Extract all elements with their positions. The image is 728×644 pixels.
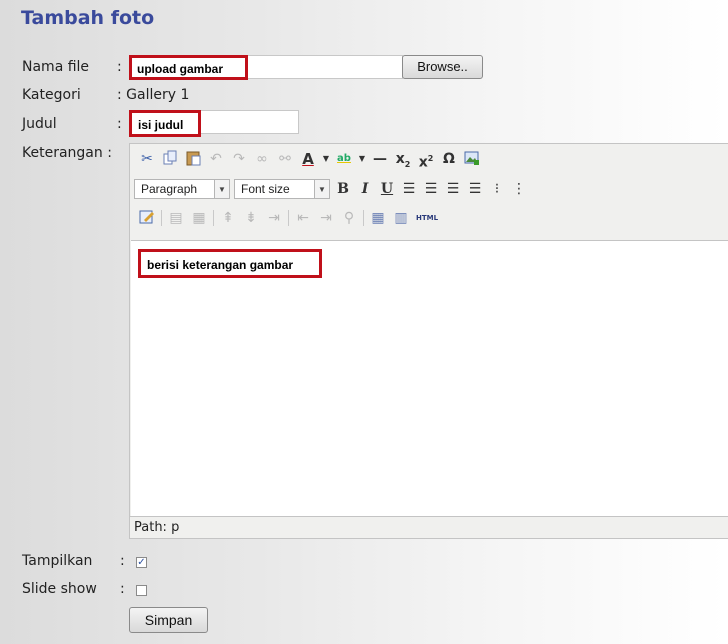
text-color-icon[interactable]: A: [299, 150, 317, 168]
insert-image-icon[interactable]: [463, 150, 481, 168]
editor-toolbar-row-3: ▤ ▦ ⇞ ⇟ ⇥ ⇤ ⇥ ⚲ ▦ ▥ HTML: [138, 207, 439, 229]
table-props-icon[interactable]: ▥: [392, 209, 410, 227]
col-after-icon[interactable]: ⇥: [317, 209, 335, 227]
chevron-down-icon: ▼: [214, 180, 229, 198]
row-after-icon[interactable]: ⇟: [242, 209, 260, 227]
simpan-button[interactable]: Simpan: [129, 607, 208, 633]
subscript-icon[interactable]: x2: [394, 150, 412, 169]
keterangan-label: Keterangan :: [22, 145, 112, 161]
align-left-icon[interactable]: ☰: [400, 180, 418, 198]
keterangan-content-highlight: berisi keterangan gambar: [138, 249, 322, 278]
row-before-icon[interactable]: ⇞: [219, 209, 237, 227]
paste-icon[interactable]: [184, 150, 202, 168]
slide-show-label: Slide show: [22, 581, 97, 597]
italic-icon[interactable]: I: [356, 180, 374, 198]
editor-toolbar-row-1: ✂ ↶ ↷ ∞ ⚯ A ▼ ab ▼ — x2 x2 Ω: [138, 148, 481, 171]
copy-icon[interactable]: [161, 150, 179, 168]
rich-text-editor: ✂ ↶ ↷ ∞ ⚯ A ▼ ab ▼ — x2 x2 Ω Paragraph ▼ F…: [129, 143, 728, 539]
kategori-label: Kategori: [22, 87, 81, 103]
colon: :: [120, 553, 125, 569]
table-icon[interactable]: ▦: [369, 209, 387, 227]
judul-highlight: isi judul: [129, 110, 201, 137]
browse-button[interactable]: Browse..: [402, 55, 483, 79]
redo-icon[interactable]: ↷: [230, 150, 248, 168]
html-icon[interactable]: HTML: [415, 209, 439, 227]
tampilkan-label: Tampilkan: [22, 553, 93, 569]
font-size-select-value: Font size: [241, 182, 290, 196]
toolbar-separator: [288, 210, 289, 226]
nama-file-label: Nama file: [22, 59, 90, 75]
colon: :: [120, 581, 125, 597]
toolbar-separator: [363, 210, 364, 226]
highlight-color-icon[interactable]: ab: [335, 150, 353, 168]
colon: :: [117, 116, 122, 132]
tampilkan-checkbox[interactable]: ✓: [136, 557, 147, 568]
table-row-icon[interactable]: ▤: [167, 209, 185, 227]
edit-icon[interactable]: [138, 209, 156, 227]
font-size-select[interactable]: Font size ▼: [234, 179, 330, 199]
horizontal-rule-icon[interactable]: —: [371, 150, 389, 168]
format-select-value: Paragraph: [141, 182, 198, 196]
superscript-icon[interactable]: x2: [417, 150, 435, 171]
delete-col-icon[interactable]: ⚲: [340, 209, 358, 227]
nama-file-highlight: upload gambar: [129, 55, 248, 80]
bold-icon[interactable]: B: [334, 180, 352, 198]
align-right-icon[interactable]: ☰: [444, 180, 462, 198]
editor-status-bar: Path: p: [130, 516, 728, 538]
toolbar-separator: [213, 210, 214, 226]
chevron-down-icon[interactable]: ▼: [358, 150, 366, 168]
link-icon[interactable]: ∞: [253, 150, 271, 168]
chevron-down-icon: ▼: [314, 180, 329, 198]
page-title: Tambah foto: [21, 7, 155, 29]
align-justify-icon[interactable]: ☰: [466, 180, 484, 198]
format-select[interactable]: Paragraph ▼: [134, 179, 230, 199]
editor-content[interactable]: berisi keterangan gambar: [131, 240, 728, 520]
chevron-down-icon[interactable]: ▼: [322, 150, 330, 168]
cut-icon[interactable]: ✂: [138, 150, 156, 168]
judul-label: Judul: [22, 116, 57, 132]
bullet-list-icon[interactable]: ⁝: [488, 180, 506, 198]
delete-row-icon[interactable]: ⇥: [265, 209, 283, 227]
underline-icon[interactable]: U: [378, 180, 396, 198]
col-before-icon[interactable]: ⇤: [294, 209, 312, 227]
special-char-icon[interactable]: Ω: [440, 150, 458, 168]
toolbar-separator: [161, 210, 162, 226]
undo-icon[interactable]: ↶: [207, 150, 225, 168]
table-cell-icon[interactable]: ▦: [190, 209, 208, 227]
slide-show-checkbox[interactable]: [136, 585, 147, 596]
align-center-icon[interactable]: ☰: [422, 180, 440, 198]
unlink-icon[interactable]: ⚯: [276, 150, 294, 168]
numbered-list-icon[interactable]: ⋮: [510, 180, 528, 198]
kategori-value: : Gallery 1: [117, 87, 190, 103]
editor-toolbar-row-2: Paragraph ▼ Font size ▼ B I U ☰ ☰ ☰ ☰ ⁝ …: [134, 178, 528, 200]
colon: :: [117, 59, 122, 75]
